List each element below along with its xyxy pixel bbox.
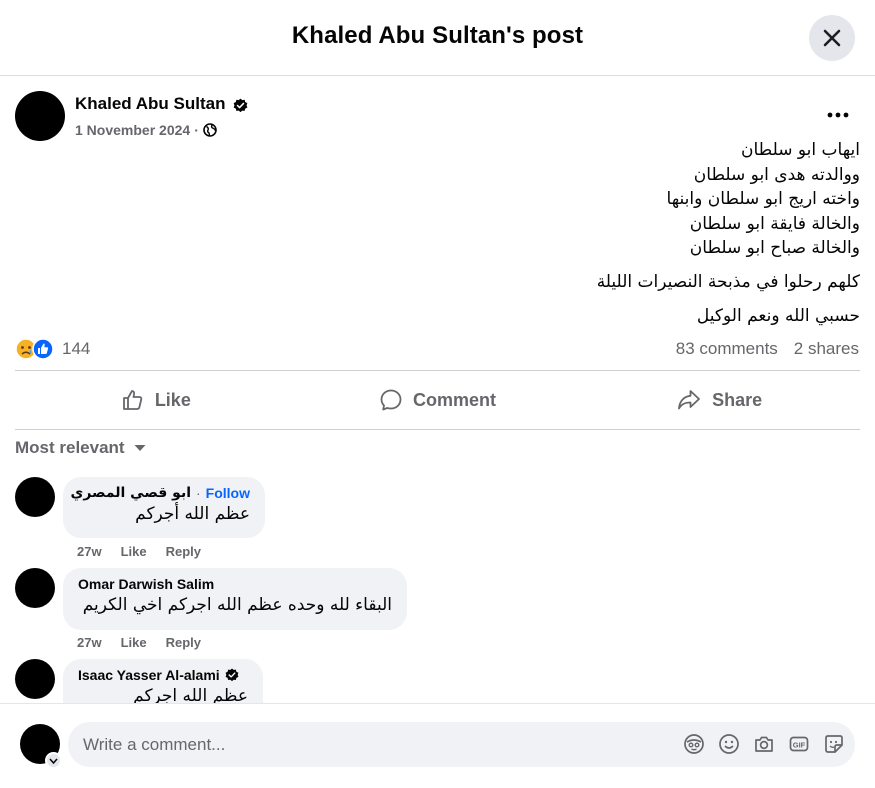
shares-count[interactable]: 2 shares xyxy=(794,339,859,359)
author-name[interactable]: Khaled Abu Sultan xyxy=(75,94,226,114)
commenter-name-row: ابو قصي المصري · Follow xyxy=(71,485,250,501)
comment-like-button[interactable]: Like xyxy=(121,544,147,559)
comment-label[interactable]: Comment xyxy=(413,390,496,411)
verified-icon xyxy=(233,98,248,113)
post-actions: Like Comment Share xyxy=(15,371,860,429)
comment-reply-button[interactable]: Reply xyxy=(166,544,201,559)
gif-button[interactable]: GIF xyxy=(788,733,810,755)
share-button[interactable]: Share xyxy=(578,371,860,429)
post-stats: 83 comments 2 shares xyxy=(676,339,859,359)
post-message: ايهاب ابو سلطان ووالدته هدى ابو سلطان وا… xyxy=(100,138,860,328)
author-avatar[interactable] xyxy=(15,91,65,141)
post-line: والخالة صباح ابو سلطان xyxy=(689,238,860,259)
sticker-button[interactable] xyxy=(823,733,845,755)
comment-sort-dropdown[interactable]: Most relevant xyxy=(15,438,147,458)
sort-label[interactable]: Most relevant xyxy=(15,438,125,458)
more-options-button[interactable] xyxy=(820,105,856,125)
divider xyxy=(15,429,860,430)
comment-actions: 27w Like Reply xyxy=(77,635,201,650)
meta-separator: · xyxy=(194,122,199,138)
comment-composer: Write a comment... GIF xyxy=(0,703,875,788)
follow-button[interactable]: Follow xyxy=(206,485,250,501)
post-line: واخته اريج ابو سلطان وابنها xyxy=(666,189,860,210)
post-meta: 1 November 2024 · xyxy=(75,122,217,138)
profile-switch-badge[interactable] xyxy=(45,752,62,769)
dialog-title: Khaled Abu Sultan's post xyxy=(291,22,584,49)
post-line: والخالة فايقة ابو سلطان xyxy=(689,213,860,234)
verified-icon xyxy=(225,668,239,682)
share-icon xyxy=(678,390,701,410)
post-paragraph: حسبي الله ونعم الوكيل xyxy=(696,305,860,326)
chevron-down-icon xyxy=(49,758,58,764)
post-date[interactable]: 1 November 2024 xyxy=(75,122,190,138)
comment-actions: 27w Like Reply xyxy=(77,544,201,559)
name-separator: · xyxy=(196,485,201,501)
comments-count[interactable]: 83 comments xyxy=(676,339,778,359)
commenter-avatar[interactable] xyxy=(15,477,55,517)
camera-button[interactable] xyxy=(753,733,775,755)
svg-text:GIF: GIF xyxy=(793,741,806,750)
comment-text: عظم الله أجركم xyxy=(135,504,250,524)
comment-text: البقاء لله وحده عظم الله اجركم اخي الكري… xyxy=(82,595,392,615)
author-name-text[interactable]: Khaled Abu Sultan xyxy=(75,94,226,113)
commenter-name[interactable]: Omar Darwish Salim xyxy=(78,576,392,592)
comment-bubble: Omar Darwish Salim البقاء لله وحده عظم ا… xyxy=(63,568,407,630)
comment-text: عظم الله اجركم xyxy=(133,686,248,703)
comment-time[interactable]: 27w xyxy=(77,635,102,650)
close-icon xyxy=(823,29,841,47)
comment-bubble: Isaac Yasser Al-alami عظم الله اجركم xyxy=(63,659,263,703)
comment-input-placeholder: Write a comment... xyxy=(83,735,226,754)
commenter-avatar[interactable] xyxy=(15,568,55,608)
comment-like-button[interactable]: Like xyxy=(121,635,147,650)
chevron-down-icon xyxy=(134,445,146,451)
comment-time[interactable]: 27w xyxy=(77,544,102,559)
commenter-name-row: Isaac Yasser Al-alami xyxy=(78,667,248,683)
post-paragraph: كلهم رحلوا في مذبحة النصيرات الليلة xyxy=(596,271,860,292)
comment-icon xyxy=(380,389,402,411)
emoji-icon xyxy=(719,734,739,754)
emoji-button[interactable] xyxy=(718,733,740,755)
post-line: ايهاب ابو سلطان xyxy=(741,140,860,160)
commenter-avatar[interactable] xyxy=(15,659,55,699)
sticker-icon xyxy=(825,735,843,753)
avatar-icon xyxy=(684,734,704,754)
commenter-name[interactable]: ابو قصي المصري xyxy=(71,485,191,501)
comment-input[interactable]: Write a comment... GIF xyxy=(68,722,855,767)
share-label[interactable]: Share xyxy=(712,390,762,411)
post-container: Khaled Abu Sultan 1 November 2024 · ايها… xyxy=(0,77,875,703)
globe-icon xyxy=(203,123,217,137)
gif-icon: GIF xyxy=(789,736,809,752)
comment-bubble: ابو قصي المصري · Follow عظم الله أجركم xyxy=(63,477,265,538)
commenter-name[interactable]: Isaac Yasser Al-alami xyxy=(78,667,220,683)
comment-button[interactable]: Comment xyxy=(297,371,579,429)
reaction-count: 144 xyxy=(62,339,91,358)
comment-reply-button[interactable]: Reply xyxy=(166,635,201,650)
camera-icon xyxy=(755,736,773,752)
dialog-header: Khaled Abu Sultan's post xyxy=(0,0,875,76)
like-icon xyxy=(122,390,142,410)
like-label[interactable]: Like xyxy=(155,390,191,411)
close-button[interactable] xyxy=(809,15,855,61)
like-button[interactable]: Like xyxy=(15,371,297,429)
post-line: ووالدته هدى ابو سلطان xyxy=(693,164,860,185)
reactions-summary[interactable]: 144 xyxy=(15,338,90,360)
like-reaction-icon xyxy=(32,338,54,360)
avatar-sticker-button[interactable] xyxy=(683,733,705,755)
more-icon xyxy=(827,112,849,118)
composer-toolbar: GIF xyxy=(683,733,845,755)
